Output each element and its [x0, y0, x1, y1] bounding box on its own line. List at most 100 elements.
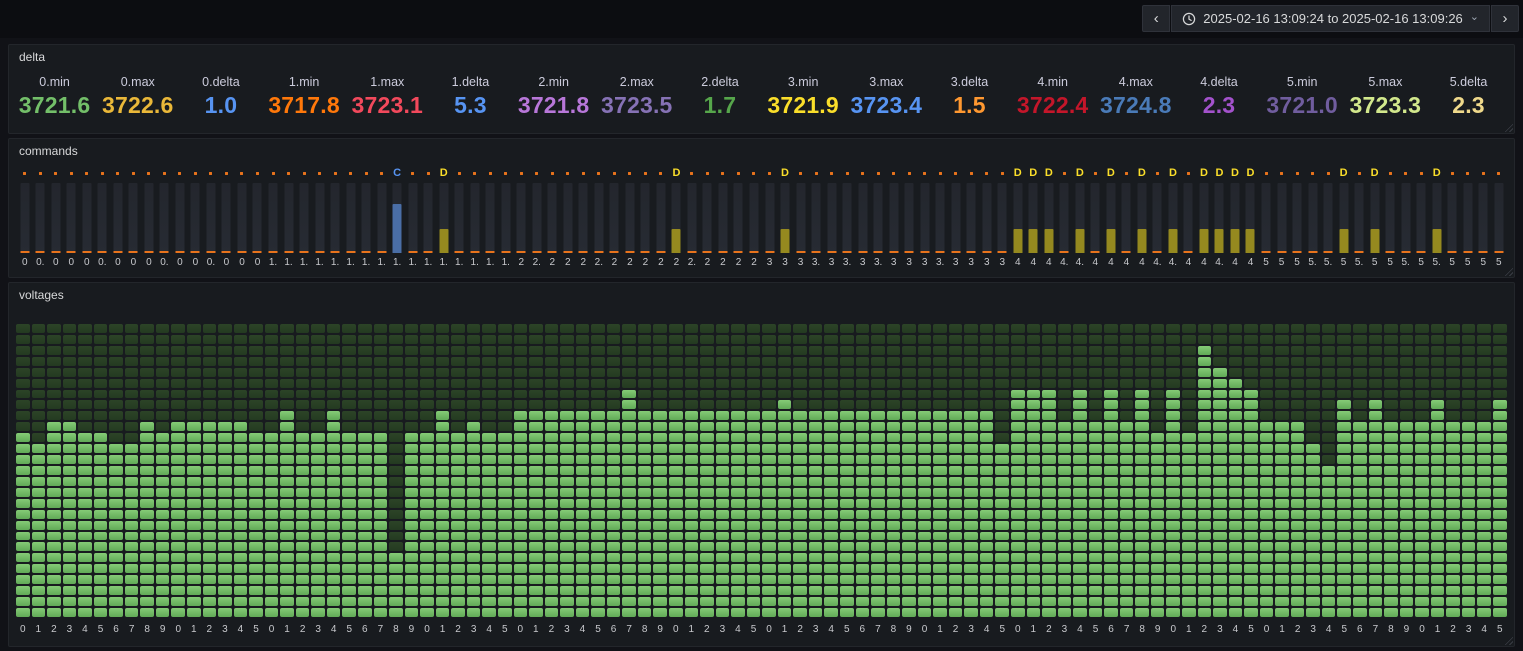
voltage-cell-unlit — [234, 324, 248, 333]
voltage-cell-lit — [1073, 390, 1087, 399]
voltage-cell-lit — [1027, 575, 1041, 584]
command-column: 2 — [746, 165, 762, 271]
voltage-cell-lit — [1369, 466, 1383, 475]
voltage-cell-lit — [140, 532, 154, 541]
voltage-cell-lit — [1120, 564, 1134, 573]
command-dot-marker — [473, 172, 476, 175]
command-x-tick-label: 4 — [1041, 253, 1057, 271]
commands-panel-title[interactable]: commands — [19, 144, 78, 158]
delta-panel-title[interactable]: delta — [19, 50, 45, 64]
voltage-cell-lit — [980, 553, 994, 562]
voltage-cell-unlit — [16, 411, 30, 420]
voltage-cell-lit — [964, 422, 978, 431]
voltage-cell-lit — [1011, 444, 1025, 453]
voltage-cell-unlit — [995, 379, 1009, 388]
voltage-cell-lit — [187, 542, 201, 551]
command-column: 5 — [1258, 165, 1274, 271]
voltage-cell-lit — [653, 542, 667, 551]
voltage-column — [1445, 323, 1461, 618]
voltage-cell-lit — [591, 553, 605, 562]
command-bar-background — [1060, 183, 1069, 253]
voltage-cell-lit — [980, 488, 994, 497]
voltage-cell-lit — [856, 466, 870, 475]
voltage-cell-lit — [918, 608, 932, 617]
voltage-cell-unlit — [871, 357, 885, 366]
voltage-cell-lit — [280, 444, 294, 453]
chevron-left-icon: ‹ — [1154, 11, 1159, 26]
voltage-cell-unlit — [265, 368, 279, 377]
voltage-cell-lit — [1337, 477, 1351, 486]
command-x-tick-label: 2 — [638, 253, 654, 271]
voltage-cell-lit — [1213, 564, 1227, 573]
voltage-cell-lit — [1042, 400, 1056, 409]
voltage-cell-unlit — [218, 368, 232, 377]
command-bar-area — [746, 181, 762, 253]
voltage-cell-unlit — [824, 335, 838, 344]
voltage-cell-unlit — [1042, 335, 1056, 344]
command-column: 0 — [188, 165, 204, 271]
voltage-cell-unlit — [451, 422, 465, 431]
command-baseline-tick — [408, 251, 417, 253]
voltage-cell-unlit — [1260, 368, 1274, 377]
command-marker — [591, 165, 607, 181]
voltage-cell-unlit — [1120, 379, 1134, 388]
voltage-cell-lit — [1198, 400, 1212, 409]
voltage-cell-lit — [296, 433, 310, 442]
command-marker — [312, 165, 328, 181]
voltage-cell-lit — [622, 477, 636, 486]
voltage-cell-lit — [824, 422, 838, 431]
voltage-cell-lit — [125, 510, 139, 519]
voltage-cell-lit — [467, 532, 481, 541]
voltage-cell-lit — [591, 455, 605, 464]
voltage-x-tick-label: 1 — [1274, 624, 1290, 640]
voltage-cell-unlit — [1462, 346, 1476, 355]
voltage-cell-lit — [32, 521, 46, 530]
voltage-cell-lit — [716, 608, 730, 617]
voltage-cell-unlit — [1353, 324, 1367, 333]
voltage-cell-unlit — [358, 411, 372, 420]
command-bar-background — [874, 183, 883, 253]
voltage-cell-lit — [1291, 433, 1305, 442]
voltage-cell-unlit — [94, 368, 108, 377]
time-range-button[interactable]: 2025-02-16 13:09:24 to 2025-02-16 13:09:… — [1171, 5, 1490, 32]
voltage-cell-lit — [809, 433, 823, 442]
time-shift-forward-button[interactable]: › — [1491, 5, 1519, 32]
voltage-cell-lit — [793, 444, 807, 453]
voltage-cell-unlit — [856, 357, 870, 366]
voltage-cell-lit — [995, 575, 1009, 584]
voltage-cell-unlit — [949, 335, 963, 344]
voltage-cell-unlit — [918, 357, 932, 366]
voltage-cell-unlit — [1431, 335, 1445, 344]
voltage-cell-unlit — [1415, 400, 1429, 409]
voltage-cell-unlit — [1058, 379, 1072, 388]
voltage-cell-lit — [420, 532, 434, 541]
voltage-cell-lit — [809, 422, 823, 431]
voltage-cell-lit — [918, 488, 932, 497]
command-bar-background — [610, 183, 619, 253]
voltage-cell-unlit — [265, 324, 279, 333]
voltage-cell-lit — [1446, 499, 1460, 508]
voltage-column — [870, 323, 886, 618]
command-bar-area — [312, 181, 328, 253]
command-dot-marker — [240, 172, 243, 175]
voltage-cell-lit — [482, 532, 496, 541]
command-marker — [33, 165, 49, 181]
voltage-cell-lit — [265, 564, 279, 573]
voltage-cell-lit — [1135, 411, 1149, 420]
voltage-cell-lit — [1135, 532, 1149, 541]
voltage-cell-lit — [1089, 444, 1103, 453]
voltage-cell-unlit — [1151, 379, 1165, 388]
voltage-cell-lit — [1198, 564, 1212, 573]
voltage-x-tick-label: 5 — [1243, 624, 1259, 640]
voltage-cell-unlit — [949, 346, 963, 355]
voltage-cell-unlit — [607, 379, 621, 388]
command-bar-area — [265, 181, 281, 253]
voltage-cell-lit — [1182, 532, 1196, 541]
voltage-cell-lit — [280, 542, 294, 551]
voltage-cell-lit — [311, 433, 325, 442]
voltage-cell-unlit — [762, 357, 776, 366]
voltage-cell-lit — [1042, 586, 1056, 595]
voltages-panel-title[interactable]: voltages — [19, 288, 64, 302]
voltage-cell-lit — [902, 477, 916, 486]
time-shift-back-button[interactable]: ‹ — [1142, 5, 1170, 32]
